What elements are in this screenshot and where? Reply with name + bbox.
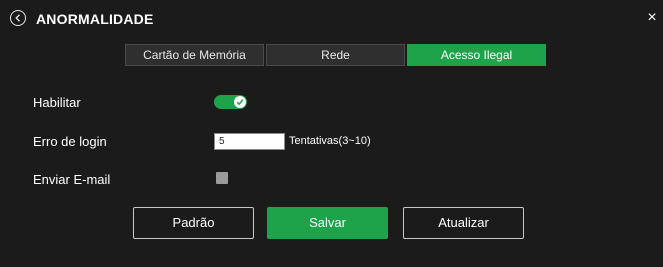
enable-label: Habilitar (33, 95, 81, 110)
send-email-checkbox[interactable] (216, 172, 228, 184)
enable-toggle[interactable] (214, 95, 247, 109)
login-attempts-input[interactable] (214, 133, 285, 150)
attempts-hint: Tentativas(3~10) (289, 135, 371, 147)
tab-network[interactable]: Rede (266, 44, 405, 66)
chevron-left-icon (15, 14, 20, 22)
send-email-label: Enviar E-mail (33, 172, 111, 187)
close-icon[interactable]: × (645, 10, 659, 26)
check-icon (236, 99, 244, 106)
tab-bar: Cartão de Memória Rede Acesso Ilegal (125, 44, 546, 66)
refresh-button[interactable]: Atualizar (403, 207, 524, 239)
tab-illegal-access[interactable]: Acesso Ilegal (407, 44, 546, 66)
save-button[interactable]: Salvar (267, 207, 388, 239)
toggle-knob (234, 96, 246, 108)
page-title: ANORMALIDADE (36, 11, 154, 27)
tab-memory-card[interactable]: Cartão de Memória (125, 44, 264, 66)
default-button[interactable]: Padrão (133, 207, 254, 239)
anormalidade-panel: ANORMALIDADE × Cartão de Memória Rede Ac… (0, 0, 663, 267)
back-button[interactable] (10, 10, 26, 26)
login-error-label: Erro de login (33, 134, 107, 149)
